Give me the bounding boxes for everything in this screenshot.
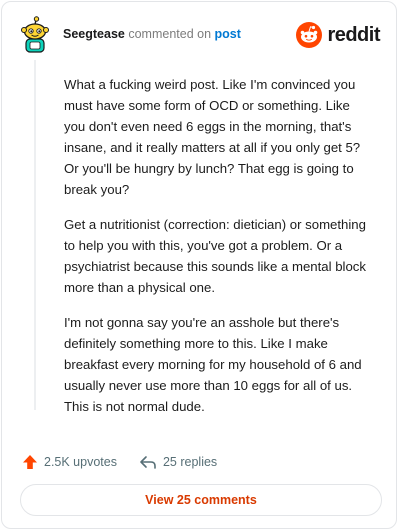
reply-count: 25 replies xyxy=(162,455,218,469)
reply-arrow-icon xyxy=(140,456,156,469)
comment-card: Seegtease commented on post reddit What … xyxy=(1,1,397,529)
upvote-count: 2.5K upvotes xyxy=(44,455,117,469)
username[interactable]: Seegtease xyxy=(63,27,125,41)
post-link[interactable]: post xyxy=(215,27,241,41)
comment-paragraph-3: I'm not gonna say you're an asshole but … xyxy=(64,315,362,414)
comment-verb: commented on xyxy=(128,27,212,41)
upvote-arrow-icon xyxy=(23,455,37,469)
comment-header: Seegtease commented on post reddit xyxy=(16,16,382,56)
reddit-wordmark: reddit xyxy=(327,23,380,46)
reddit-logo-icon xyxy=(296,22,323,48)
reddit-logo[interactable]: reddit xyxy=(296,21,380,49)
comment-actions: 2.5K upvotes 25 replies xyxy=(22,452,239,472)
view-comments-button[interactable]: View 25 comments xyxy=(20,484,382,516)
upvote-button[interactable]: 2.5K upvotes xyxy=(22,454,117,470)
comment-paragraph-1: What a fucking weird post. Like I'm conv… xyxy=(64,77,361,197)
reply-button[interactable]: 25 replies xyxy=(139,454,217,470)
thread-line xyxy=(34,60,36,410)
user-avatar[interactable] xyxy=(16,16,54,54)
comment-meta: Seegtease commented on post xyxy=(63,27,241,41)
snoo-avatar-icon xyxy=(21,16,49,53)
comment-paragraph-2: Get a nutritionist (correction: dieticia… xyxy=(64,217,366,295)
comment-body: What a fucking weird post. Like I'm conv… xyxy=(64,74,370,431)
